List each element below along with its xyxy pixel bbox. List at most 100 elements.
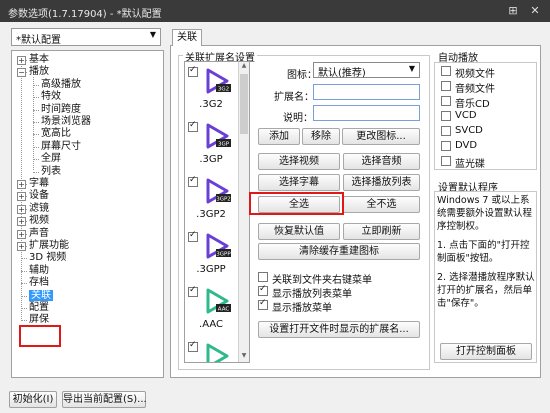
extension-label: .AAC <box>199 319 223 330</box>
change-icon-button[interactable]: 更改图标... <box>342 128 420 145</box>
restore-default-button[interactable]: 恢复默认值 <box>258 223 340 240</box>
extension-checkbox[interactable] <box>188 285 198 297</box>
open-control-panel-button[interactable]: 打开控制面板 <box>440 343 532 360</box>
scrollbar-thumb[interactable] <box>240 74 248 134</box>
autoplay-label: DVD <box>455 140 478 151</box>
list-item[interactable]: 3G2 .3G2 <box>185 65 237 121</box>
tree-item[interactable]: 字幕 <box>29 178 49 190</box>
autoplay-checkbox[interactable] <box>441 96 451 106</box>
desc-input[interactable] <box>313 105 420 121</box>
pin-icon[interactable]: ⊞ <box>505 3 521 19</box>
default-program-text-3: 2. 选择潜播放程序默认打开的扩展名，然后单击"保存"。 <box>437 272 535 309</box>
open-extensions-button[interactable]: 设置打开文件时显示的扩展名... <box>258 321 420 338</box>
tree-item[interactable]: 场景浏览器 <box>41 116 91 128</box>
title-bar: 参数选项(1.7.17904) - *默认配置 ⊞ ✕ <box>0 0 550 22</box>
tree-item[interactable]: 播放 <box>29 66 49 78</box>
select-video-button[interactable]: 选择视频 <box>258 153 340 170</box>
playlist-menu-checkbox[interactable] <box>258 284 268 296</box>
list-item[interactable]: 3GP2 .3GP2 <box>185 175 237 231</box>
tree-item[interactable]: 全屏 <box>41 153 61 165</box>
tree-item[interactable]: 关联 <box>29 289 53 302</box>
extension-checkbox[interactable] <box>188 230 198 242</box>
autoplay-checkbox[interactable] <box>441 156 451 166</box>
highlight-box-association <box>19 325 61 347</box>
tree-item[interactable]: 宽高比 <box>41 128 71 140</box>
autoplay-label: 音频文件 <box>455 84 495 95</box>
svg-text:3G2: 3G2 <box>218 87 229 93</box>
preset-select[interactable]: *默认配置 ▼ <box>11 28 161 46</box>
expand-icon[interactable]: + <box>17 204 26 214</box>
tree-connector-line <box>33 76 34 170</box>
media-file-icon: 3GP <box>206 123 231 149</box>
tree-item[interactable]: 时间跨度 <box>41 104 81 116</box>
tree-item[interactable]: 3D 视频 <box>29 252 66 264</box>
export-config-button[interactable]: 导出当前配置(S)... <box>62 391 147 408</box>
tree-connector-line <box>21 270 27 272</box>
extension-checkbox[interactable] <box>188 175 198 187</box>
initialize-button[interactable]: 初始化(I) <box>9 391 57 408</box>
scroll-down-icon[interactable]: ▼ <box>239 352 249 362</box>
tree-item[interactable]: 基本 <box>29 54 49 66</box>
play-menu-checkbox[interactable] <box>258 298 268 310</box>
extname-label: 扩展名： <box>274 92 314 103</box>
tree-connector-line <box>33 171 39 173</box>
folder-context-menu-label: 关联到文件夹右键菜单 <box>272 275 372 286</box>
extension-checkbox[interactable] <box>188 340 198 352</box>
tree-connector-line <box>33 134 39 136</box>
tree-item[interactable]: 屏幕尺寸 <box>41 141 81 153</box>
select-playlist-button[interactable]: 选择播放列表 <box>343 174 420 191</box>
tree-item[interactable]: 设备 <box>29 190 49 202</box>
tree-item-label: 基本 <box>29 54 49 65</box>
select-subtitle-button[interactable]: 选择字幕 <box>258 174 340 191</box>
tree-connector-line <box>33 109 39 111</box>
expand-icon[interactable]: + <box>17 242 26 251</box>
folder-context-menu-checkbox[interactable] <box>258 272 268 282</box>
svg-text:3GP: 3GP <box>218 142 230 148</box>
tree-item[interactable]: 声音 <box>29 228 49 240</box>
extension-checkbox[interactable] <box>188 120 198 132</box>
tree-item[interactable]: 列表 <box>41 166 61 178</box>
refresh-now-button[interactable]: 立即刷新 <box>343 223 420 240</box>
tree-item-label: 播放 <box>29 66 49 78</box>
media-file-icon: 3GP2 <box>206 178 231 204</box>
tree-item-label: 关联 <box>29 289 53 301</box>
tree-item[interactable]: 视频 <box>29 215 49 227</box>
add-button[interactable]: 添加 <box>258 128 300 145</box>
scroll-up-icon[interactable]: ▲ <box>239 62 249 72</box>
tree-item[interactable]: 特效 <box>41 91 61 103</box>
expand-icon[interactable]: + <box>17 217 26 227</box>
tree-connector-line <box>21 295 27 297</box>
expand-icon[interactable]: + <box>17 56 26 65</box>
tree-item[interactable]: 扩展功能 <box>29 240 69 252</box>
autoplay-checkbox[interactable] <box>441 66 451 76</box>
list-item[interactable]: 3GPP .3GPP <box>185 230 237 286</box>
clear-cache-button[interactable]: 清除缓存重建图标 <box>258 243 420 260</box>
autoplay-checkbox[interactable] <box>441 111 451 121</box>
select-audio-button[interactable]: 选择音频 <box>343 153 420 170</box>
extension-checkbox[interactable] <box>188 65 198 77</box>
list-item[interactable] <box>185 340 237 362</box>
tab-association[interactable]: 关联 <box>172 29 202 46</box>
remove-button[interactable]: 移除 <box>302 128 340 145</box>
expand-icon[interactable]: + <box>17 229 26 239</box>
extname-input[interactable] <box>313 84 420 100</box>
tree-item[interactable]: 存档 <box>29 277 49 289</box>
close-icon[interactable]: ✕ <box>527 3 543 19</box>
select-none-button[interactable]: 全不选 <box>343 196 420 213</box>
list-item[interactable]: 3GP .3GP <box>185 120 237 176</box>
autoplay-checkbox[interactable] <box>441 126 451 136</box>
tree-item[interactable]: 配置 <box>29 302 49 314</box>
tree-item[interactable]: 高级播放 <box>41 79 81 91</box>
expand-icon[interactable]: + <box>17 192 26 202</box>
autoplay-checkbox[interactable] <box>441 81 451 91</box>
list-item[interactable]: AAC .AAC <box>185 285 237 341</box>
extension-list-scrollbar[interactable]: ▲ ▼ <box>238 62 249 362</box>
icon-select[interactable]: 默认(推荐) ▼ <box>313 62 420 79</box>
tree-connector-line <box>33 146 39 148</box>
tree-item[interactable]: 辅助 <box>29 265 49 277</box>
tree-item[interactable]: 滤镜 <box>29 203 49 215</box>
collapse-icon[interactable]: − <box>17 68 26 78</box>
expand-icon[interactable]: + <box>17 180 26 189</box>
preferences-window: 参数选项(1.7.17904) - *默认配置 ⊞ ✕ *默认配置 ▼ + 基本 −… <box>0 0 550 413</box>
autoplay-checkbox[interactable] <box>441 141 451 151</box>
